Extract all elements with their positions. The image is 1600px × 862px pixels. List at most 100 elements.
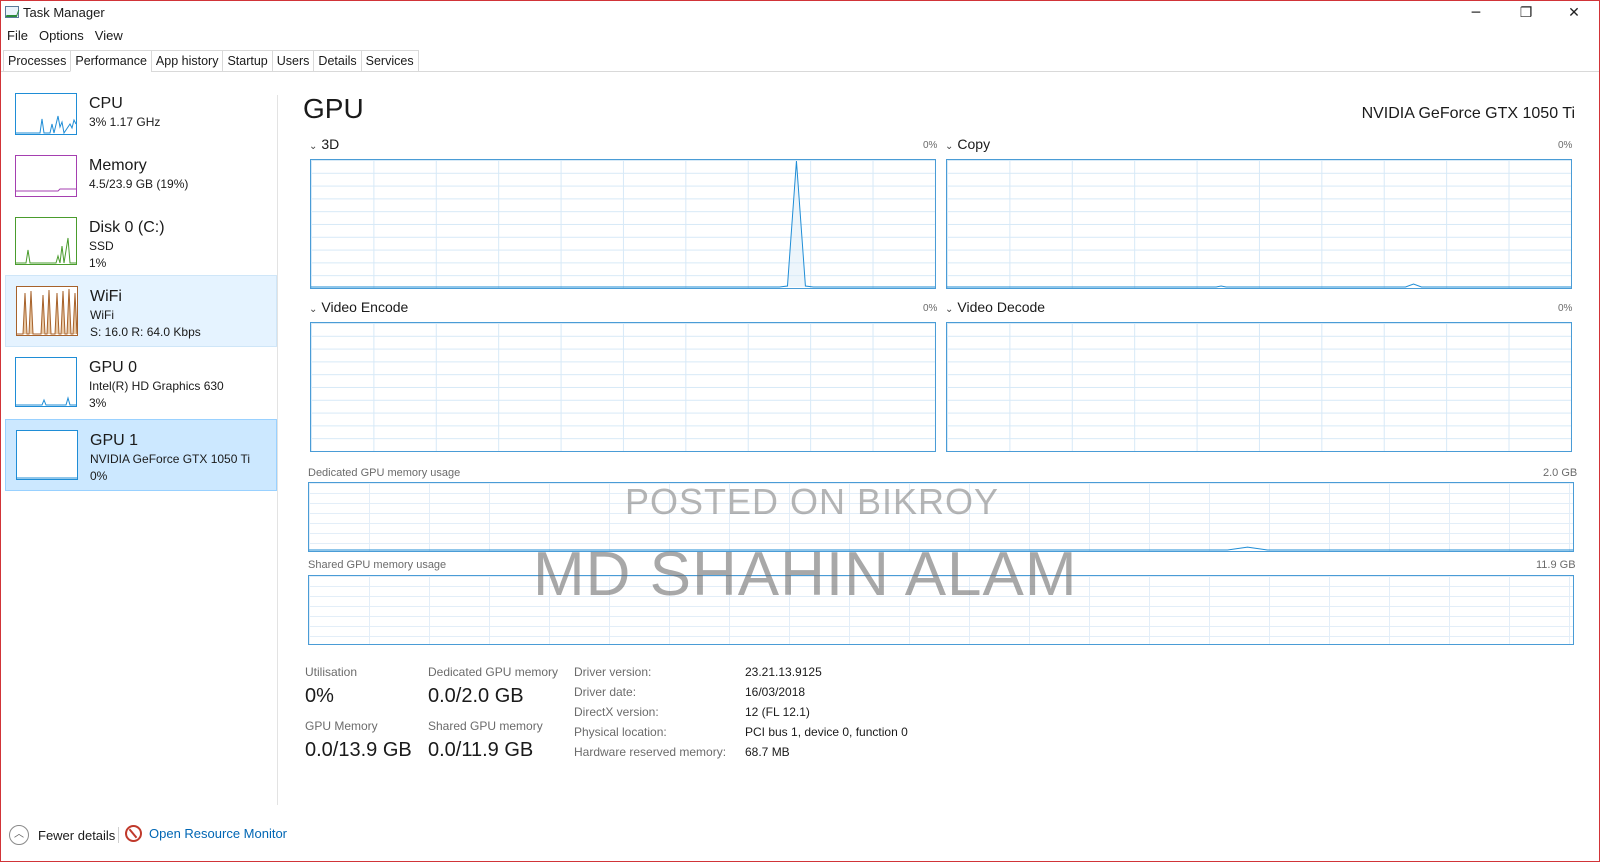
tab-startup[interactable]: Startup	[222, 50, 272, 72]
physical-location-value: PCI bus 1, device 0, function 0	[745, 725, 908, 739]
engine-selector-video-decode[interactable]: ⌄ Video Decode	[945, 299, 1045, 315]
gpu-memory-label: GPU Memory	[305, 719, 378, 733]
graph-video-encode	[310, 322, 936, 452]
driver-version-value: 23.21.13.9125	[745, 665, 822, 679]
disk-mini-graph	[15, 217, 77, 265]
sidebar-item-title: WiFi	[90, 288, 122, 305]
driver-date-key: Driver date:	[574, 685, 637, 699]
page-title: GPU	[303, 93, 364, 124]
shared-gpu-memory-value: 0.0/11.9 GB	[428, 739, 534, 761]
sidebar-item-wifi[interactable]: WiFi WiFi S: 16.0 R: 64.0 Kbps	[5, 275, 277, 347]
gpu1-mini-graph	[16, 430, 78, 480]
graph-3d	[310, 159, 936, 289]
hardware-reserved-memory-value: 68.7 MB	[745, 745, 790, 759]
dedicated-gpu-memory-value: 0.0/2.0 GB	[428, 685, 524, 707]
sidebar-item-gpu-1[interactable]: GPU 1 NVIDIA GeForce GTX 1050 Ti 0%	[5, 419, 277, 491]
gpu-memory-value: 0.0/13.9 GB	[305, 739, 412, 761]
maximize-button[interactable]: ❐	[1503, 1, 1549, 25]
minimize-button[interactable]: ─	[1453, 1, 1499, 25]
open-resource-monitor-label: Open Resource Monitor	[149, 826, 288, 841]
sidebar-item-memory[interactable]: Memory 4.5/23.9 GB (19%)	[5, 145, 277, 207]
sidebar-item-title: Disk 0 (C:)	[89, 219, 165, 236]
sidebar-item-detail: S: 16.0 R: 64.0 Kbps	[90, 325, 201, 339]
chevron-down-icon: ⌄	[945, 141, 954, 152]
sidebar-item-detail: 1%	[89, 256, 107, 270]
shared-gpu-memory-label: Shared GPU memory	[428, 719, 543, 733]
chevron-down-icon: ⌄	[309, 141, 318, 152]
physical-location-key: Physical location:	[574, 725, 667, 739]
tab-details[interactable]: Details	[313, 50, 361, 72]
performance-sidebar: CPU 3% 1.17 GHz Memory 4.5/23.9 GB (19%)…	[5, 83, 277, 491]
watermark-line-2: MD SHAHIN ALAM	[533, 540, 1078, 609]
sidebar-item-detail: SSD	[89, 239, 114, 253]
menu-options[interactable]: Options	[33, 26, 89, 46]
hardware-reserved-memory-key: Hardware reserved memory:	[574, 745, 727, 759]
menu-file[interactable]: File	[1, 26, 33, 46]
sidebar-divider	[277, 95, 278, 805]
memory-mini-graph	[15, 155, 77, 197]
engine-selector-copy[interactable]: ⌄ Copy	[945, 136, 990, 152]
driver-version-key: Driver version:	[574, 665, 652, 679]
sidebar-item-gpu-0[interactable]: GPU 0 Intel(R) HD Graphics 630 3%	[5, 347, 277, 419]
sidebar-item-detail: 0%	[90, 469, 108, 483]
utilisation-label: Utilisation	[305, 665, 358, 679]
engine-label: 3D	[321, 136, 340, 152]
tab-processes[interactable]: Processes	[3, 50, 71, 72]
watermark-line-1: POSTED ON BIKROY	[625, 481, 1000, 522]
engine-max-pct: 0%	[923, 303, 938, 314]
engine-label: Video Decode	[957, 299, 1046, 315]
wifi-mini-graph	[16, 286, 78, 336]
tab-app-history[interactable]: App history	[150, 50, 223, 72]
engine-max-pct: 0%	[1558, 303, 1573, 314]
sidebar-item-cpu[interactable]: CPU 3% 1.17 GHz	[5, 83, 277, 145]
chevron-down-icon: ⌄	[945, 304, 954, 315]
tab-users[interactable]: Users	[271, 50, 314, 72]
sidebar-item-disk[interactable]: Disk 0 (C:) SSD 1%	[5, 207, 277, 275]
chevron-up-icon: ︿	[9, 825, 29, 845]
engine-selector-video-encode[interactable]: ⌄ Video Encode	[309, 299, 408, 315]
sidebar-item-detail: NVIDIA GeForce GTX 1050 Ti	[90, 452, 251, 466]
tab-performance[interactable]: Performance	[70, 50, 151, 72]
sidebar-item-title: CPU	[89, 95, 123, 112]
tab-services[interactable]: Services	[360, 50, 419, 72]
sidebar-item-detail: 3%	[89, 396, 107, 410]
open-resource-monitor-link[interactable]: Open Resource Monitor	[125, 825, 287, 842]
tab-bar: Processes Performance App history Startu…	[3, 50, 419, 72]
engine-label: Copy	[957, 136, 991, 152]
sidebar-item-title: GPU 1	[90, 432, 139, 449]
dedicated-gpu-memory-label: Dedicated GPU memory	[428, 665, 559, 679]
engine-max-pct: 0%	[1558, 140, 1573, 151]
sidebar-item-title: Memory	[89, 157, 147, 174]
window-title: Task Manager	[23, 5, 105, 20]
engine-selector-3d[interactable]: ⌄ 3D	[309, 136, 339, 152]
directx-version-value: 12 (FL 12.1)	[745, 705, 810, 719]
dedicated-memory-graph-max: 2.0 GB	[1543, 467, 1578, 479]
shared-memory-graph-label: Shared GPU memory usage	[308, 559, 447, 571]
title-bar[interactable]: Task Manager ─ ❐ ✕	[1, 1, 1599, 25]
chevron-down-icon: ⌄	[309, 304, 318, 315]
task-manager-icon	[5, 6, 19, 18]
footer-separator	[118, 827, 119, 843]
dedicated-memory-graph-label: Dedicated GPU memory usage	[308, 467, 461, 479]
engine-label: Video Encode	[321, 299, 409, 315]
close-button[interactable]: ✕	[1551, 1, 1597, 25]
cpu-mini-graph	[15, 93, 77, 135]
gpu-device-name: NVIDIA GeForce GTX 1050 Ti	[1361, 105, 1575, 122]
menu-bar: File Options View	[1, 26, 128, 46]
driver-date-value: 16/03/2018	[745, 685, 806, 699]
sidebar-item-detail: Intel(R) HD Graphics 630	[89, 379, 224, 393]
menu-view[interactable]: View	[89, 26, 128, 46]
sidebar-item-detail: 4.5/23.9 GB (19%)	[89, 177, 189, 191]
task-manager-window: Task Manager ─ ❐ ✕ File Options View Pro…	[0, 0, 1600, 862]
graph-video-decode	[946, 322, 1572, 452]
sidebar-item-title: GPU 0	[89, 359, 138, 376]
utilisation-value: 0%	[305, 685, 334, 707]
sidebar-item-detail: WiFi	[90, 308, 114, 322]
fewer-details-button[interactable]: ︿ Fewer details	[9, 825, 115, 845]
gpu0-mini-graph	[15, 357, 77, 407]
resource-monitor-icon	[125, 825, 142, 842]
shared-memory-graph-max: 11.9 GB	[1536, 559, 1576, 571]
fewer-details-label: Fewer details	[38, 827, 116, 843]
directx-version-key: DirectX version:	[574, 705, 659, 719]
sidebar-item-detail: 3% 1.17 GHz	[89, 115, 161, 129]
